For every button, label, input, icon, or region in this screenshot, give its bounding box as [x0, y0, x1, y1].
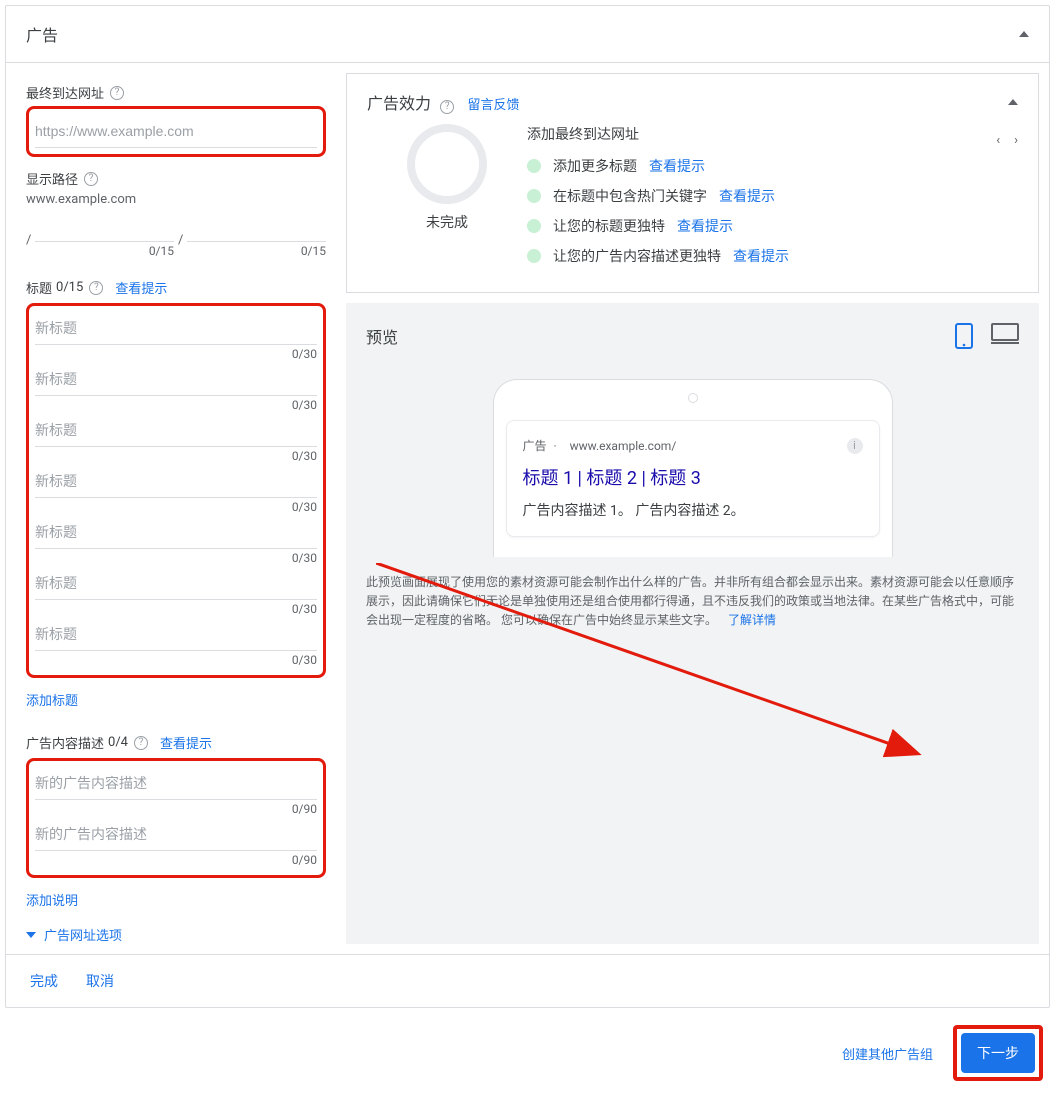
path2-counter: 0/15 [187, 244, 326, 258]
headlines-hint-link[interactable]: 查看提示 [115, 278, 167, 297]
description-input[interactable] [35, 818, 317, 851]
ad-headline: 标题 1 | 标题 2 | 标题 3 [523, 464, 863, 490]
status-dot-icon [527, 219, 541, 233]
headline-input[interactable] [35, 363, 317, 396]
highlight-final-url [26, 106, 326, 157]
suggestion-item: 让您的广告内容描述更独特 查看提示 [527, 246, 1018, 266]
description-counter: 0/90 [35, 802, 317, 816]
preview-disclaimer: 此预览画面展现了使用您的素材资源可能会制作出什么样的广告。并非所有组合都会显示出… [366, 573, 1019, 631]
description-counter: 0/90 [35, 853, 317, 867]
suggestion-prev-icon[interactable]: ‹ [996, 133, 1000, 148]
headline-counter: 0/30 [35, 602, 317, 616]
add-headline-link[interactable]: 添加标题 [26, 690, 326, 709]
desktop-icon[interactable] [991, 323, 1019, 345]
suggestion-link[interactable]: 查看提示 [649, 156, 705, 176]
learn-more-link[interactable]: 了解详情 [728, 613, 776, 627]
done-button[interactable]: 完成 [30, 971, 58, 991]
status-dot-icon [527, 249, 541, 263]
help-icon[interactable]: ? [84, 172, 98, 186]
preview-title: 预览 [366, 324, 398, 348]
display-path-label: 显示路径 ? [26, 169, 326, 188]
mobile-icon[interactable] [955, 323, 973, 349]
card-title: 广告 [26, 22, 58, 46]
status-dot-icon [527, 159, 541, 173]
help-icon[interactable]: ? [89, 281, 103, 295]
help-icon[interactable]: ? [134, 736, 148, 750]
display-path-domain: www.example.com [26, 192, 326, 207]
descriptions-hint-link[interactable]: 查看提示 [160, 733, 212, 752]
suggestion-item: 在标题中包含热门关键字 查看提示 [527, 186, 1018, 206]
highlight-headlines: 0/30 0/30 0/30 0/30 0/30 0/30 0/30 [26, 303, 326, 678]
ad-badge: 广告 [523, 439, 547, 453]
headline-counter: 0/30 [35, 653, 317, 667]
status-dot-icon [527, 189, 541, 203]
final-url-input[interactable] [35, 115, 317, 148]
ad-url: www.example.com/ [570, 439, 677, 453]
headline-counter: 0/30 [35, 347, 317, 361]
suggestion-link[interactable]: 查看提示 [677, 216, 733, 236]
headline-input[interactable] [35, 516, 317, 549]
help-icon[interactable]: ? [440, 100, 454, 114]
phone-preview: 广告 · www.example.com/ i 标题 1 | 标题 2 | 标题… [493, 379, 893, 557]
path2-input[interactable] [187, 209, 326, 242]
chevron-down-icon [26, 932, 36, 938]
headline-input[interactable] [35, 465, 317, 498]
headline-counter: 0/30 [35, 551, 317, 565]
path1-input[interactable] [35, 209, 174, 242]
help-icon[interactable]: ? [110, 86, 124, 100]
suggestion-link[interactable]: 查看提示 [719, 186, 775, 206]
headline-input[interactable] [35, 618, 317, 651]
current-suggestion: 添加最终到达网址 [527, 124, 639, 144]
headline-counter: 0/30 [35, 500, 317, 514]
ad-description: 广告内容描述 1。 广告内容描述 2。 [523, 500, 863, 520]
headline-input[interactable] [35, 567, 317, 600]
strength-status: 未完成 [426, 212, 468, 232]
suggestion-link[interactable]: 查看提示 [733, 246, 789, 266]
create-another-adgroup-link[interactable]: 创建其他广告组 [842, 1044, 933, 1063]
suggestion-item: 添加更多标题 查看提示 [527, 156, 1018, 176]
headline-input[interactable] [35, 414, 317, 447]
cancel-button[interactable]: 取消 [86, 971, 114, 991]
info-icon[interactable]: i [847, 438, 863, 454]
collapse-icon[interactable] [1008, 99, 1018, 105]
suggestion-item: 让您的标题更独特 查看提示 [527, 216, 1018, 236]
collapse-icon[interactable] [1019, 31, 1029, 37]
highlight-descriptions: 0/90 0/90 [26, 758, 326, 878]
ad-strength-title: 广告效力 [367, 94, 431, 113]
final-url-label: 最终到达网址 ? [26, 83, 326, 102]
feedback-link[interactable]: 留言反馈 [467, 98, 519, 113]
url-options-toggle[interactable]: 广告网址选项 [26, 925, 326, 944]
strength-meter [407, 124, 487, 204]
description-input[interactable] [35, 767, 317, 800]
next-button[interactable]: 下一步 [961, 1033, 1035, 1073]
add-description-link[interactable]: 添加说明 [26, 890, 326, 909]
headline-counter: 0/30 [35, 398, 317, 412]
highlight-next-button: 下一步 [953, 1025, 1043, 1081]
path1-counter: 0/15 [35, 244, 174, 258]
headline-input[interactable] [35, 312, 317, 345]
headlines-label: 标题 0/15 ? 查看提示 [26, 278, 326, 297]
descriptions-label: 广告内容描述 0/4 ? 查看提示 [26, 733, 326, 752]
suggestion-next-icon[interactable]: › [1014, 133, 1018, 148]
headline-counter: 0/30 [35, 449, 317, 463]
